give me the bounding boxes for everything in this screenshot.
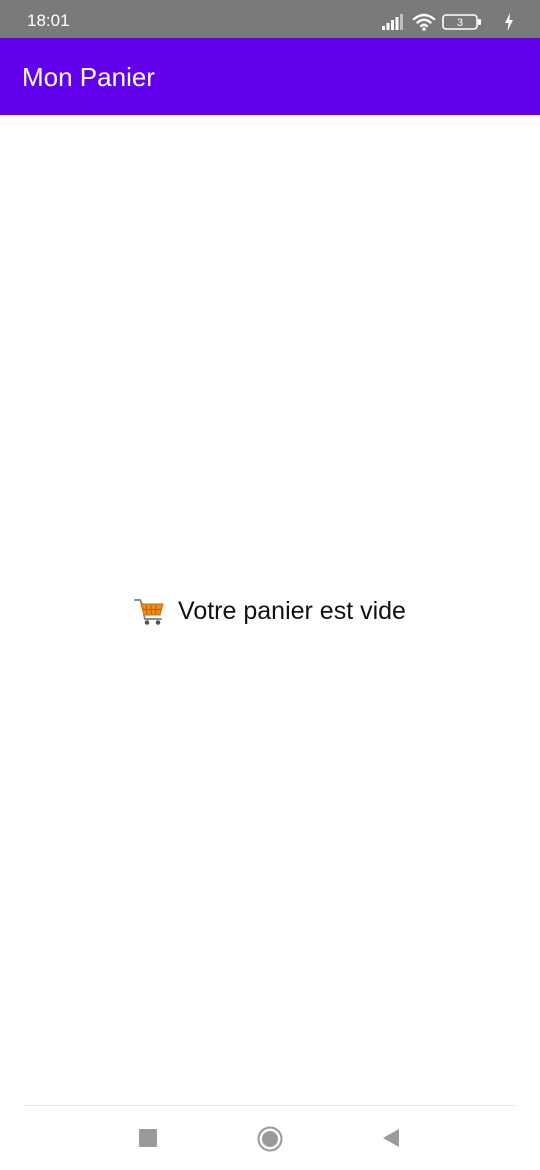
app-bar: Mon Panier — [0, 38, 540, 115]
wifi-icon — [412, 13, 436, 31]
status-time: 18:01 — [27, 11, 70, 30]
signal-icon — [382, 14, 403, 30]
charging-icon — [505, 13, 513, 31]
empty-cart-text: Votre panier est vide — [178, 596, 406, 625]
app-title: Mon Panier — [22, 62, 155, 92]
home-circle-icon[interactable] — [257, 1126, 283, 1152]
empty-cart-message: Votre panier est vide — [0, 591, 540, 631]
recents-square-icon[interactable] — [139, 1129, 157, 1147]
status-bar: 18:01 3 — [0, 0, 540, 38]
back-triangle-icon[interactable] — [381, 1127, 401, 1149]
system-nav-bar — [0, 1106, 540, 1170]
shopping-cart-icon — [134, 599, 164, 625]
battery-icon: 3 — [442, 14, 481, 30]
battery-level-text: 3 — [457, 17, 463, 29]
cart-content: Votre panier est vide — [0, 115, 540, 1105]
